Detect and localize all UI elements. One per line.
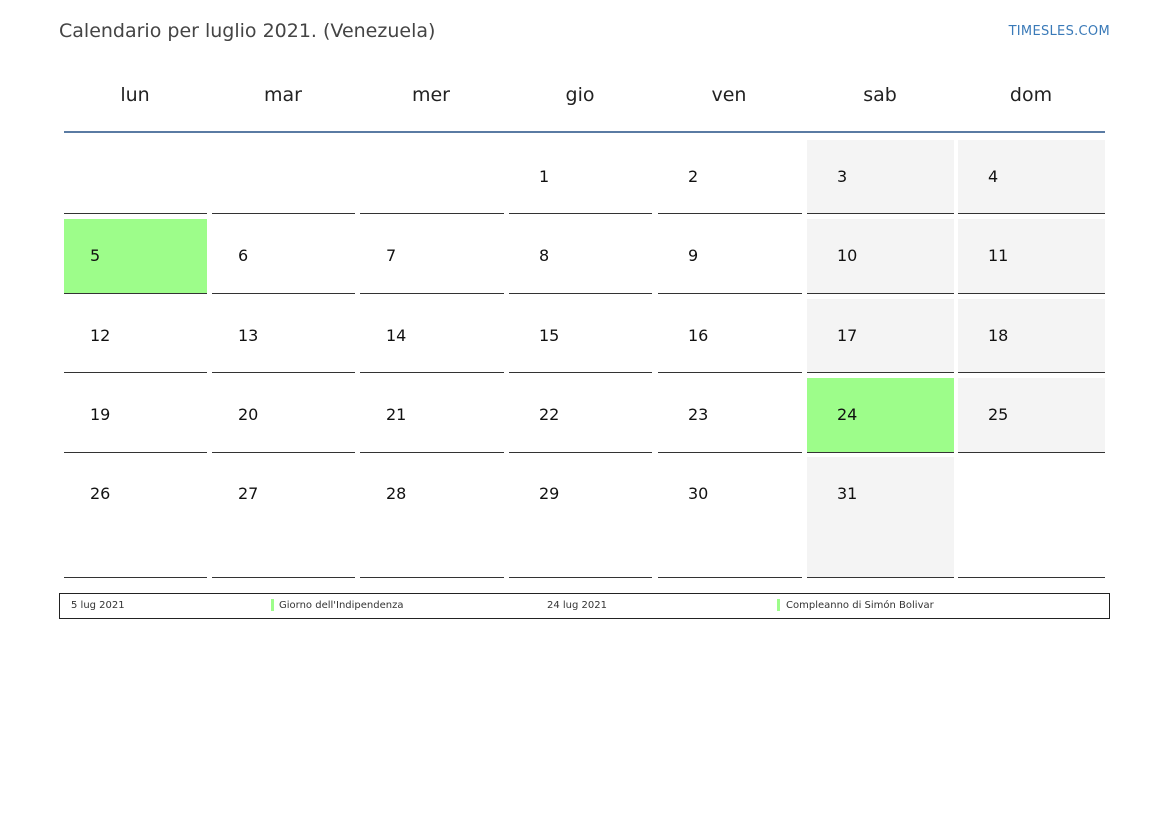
- day-number: 10: [837, 246, 858, 265]
- day-number: 28: [386, 484, 407, 503]
- day-cell-22[interactable]: 22: [509, 378, 652, 453]
- holiday-legend: 5 lug 2021 Giorno dell'Indipendenza 24 l…: [59, 593, 1110, 619]
- day-number: 19: [90, 405, 111, 424]
- day-cell-14[interactable]: 14: [360, 299, 504, 373]
- day-number: 26: [90, 484, 111, 503]
- day-cell-30[interactable]: 30: [658, 457, 802, 578]
- day-cell-18[interactable]: 18: [958, 299, 1105, 373]
- day-number: 4: [988, 167, 999, 186]
- day-cell-25[interactable]: 25: [958, 378, 1105, 453]
- day-cell-15[interactable]: 15: [509, 299, 652, 373]
- legend-date-2: 24 lug 2021: [547, 600, 607, 611]
- day-number: 14: [386, 326, 407, 345]
- page-title: Calendario per luglio 2021. (Venezuela): [59, 20, 436, 42]
- day-number: 1: [539, 167, 550, 186]
- legend-color-swatch-1: [271, 599, 274, 611]
- day-number: 29: [539, 484, 560, 503]
- day-cell-3[interactable]: 3: [807, 140, 954, 214]
- day-number: 7: [386, 246, 397, 265]
- day-cell-10[interactable]: 10: [807, 219, 954, 294]
- day-cell-empty: [64, 140, 207, 214]
- day-number: 11: [988, 246, 1009, 265]
- day-cell-23[interactable]: 23: [658, 378, 802, 453]
- day-cell-11[interactable]: 11: [958, 219, 1105, 294]
- day-cell-28[interactable]: 28: [360, 457, 504, 578]
- day-number: 30: [688, 484, 709, 503]
- weekday-sun: dom: [1009, 84, 1053, 106]
- legend-date-1: 5 lug 2021: [71, 600, 125, 611]
- day-cell-27[interactable]: 27: [212, 457, 355, 578]
- day-number: 18: [988, 326, 1009, 345]
- day-cell-8[interactable]: 8: [509, 219, 652, 294]
- day-number: 16: [688, 326, 709, 345]
- weekday-thu: gio: [565, 84, 595, 106]
- day-cell-9[interactable]: 9: [658, 219, 802, 294]
- day-number: 15: [539, 326, 560, 345]
- day-cell-12[interactable]: 12: [64, 299, 207, 373]
- weekday-wed: mer: [411, 84, 450, 106]
- weekday-header: lun mar mer gio ven sab dom: [64, 84, 1105, 114]
- day-number: 25: [988, 405, 1009, 424]
- day-cell-20[interactable]: 20: [212, 378, 355, 453]
- day-cell-17[interactable]: 17: [807, 299, 954, 373]
- day-number: 13: [238, 326, 259, 345]
- day-cell-7[interactable]: 7: [360, 219, 504, 294]
- day-cell-2[interactable]: 2: [658, 140, 802, 214]
- day-number: 31: [837, 484, 858, 503]
- day-number: 3: [837, 167, 848, 186]
- day-number: 6: [238, 246, 249, 265]
- legend-holiday-name-1: Giorno dell'Indipendenza: [279, 600, 404, 611]
- day-number: 20: [238, 405, 259, 424]
- day-cell-empty: [212, 140, 355, 214]
- weekday-mon: lun: [120, 84, 150, 106]
- day-cell-31[interactable]: 31: [807, 457, 954, 578]
- day-cell-4[interactable]: 4: [958, 140, 1105, 214]
- weekday-tue: mar: [264, 84, 302, 106]
- day-cell-16[interactable]: 16: [658, 299, 802, 373]
- day-number: 22: [539, 405, 560, 424]
- day-number: 12: [90, 326, 111, 345]
- legend-color-swatch-2: [777, 599, 780, 611]
- weekday-sat: sab: [863, 84, 897, 106]
- day-number: 24: [837, 405, 858, 424]
- legend-holiday-name-2: Compleanno di Simón Bolivar: [786, 600, 934, 611]
- day-number: 9: [688, 246, 699, 265]
- day-number: 21: [386, 405, 407, 424]
- day-number: 5: [90, 246, 101, 265]
- weekday-fri: ven: [711, 84, 747, 106]
- day-cell-1[interactable]: 1: [509, 140, 652, 214]
- day-number: 2: [688, 167, 699, 186]
- day-cell-21[interactable]: 21: [360, 378, 504, 453]
- day-number: 27: [238, 484, 259, 503]
- day-cell-6[interactable]: 6: [212, 219, 355, 294]
- day-cell-empty: [958, 457, 1105, 578]
- day-cell-empty: [360, 140, 504, 214]
- day-cell-29[interactable]: 29: [509, 457, 652, 578]
- day-cell-26[interactable]: 26: [64, 457, 207, 578]
- day-cell-13[interactable]: 13: [212, 299, 355, 373]
- day-number: 23: [688, 405, 709, 424]
- day-cell-5[interactable]: 5: [64, 219, 207, 294]
- day-cell-19[interactable]: 19: [64, 378, 207, 453]
- day-cell-24[interactable]: 24: [807, 378, 954, 453]
- day-number: 17: [837, 326, 858, 345]
- brand-link[interactable]: TIMESLES.COM: [1009, 24, 1110, 39]
- header-rule: [64, 131, 1105, 133]
- day-number: 8: [539, 246, 550, 265]
